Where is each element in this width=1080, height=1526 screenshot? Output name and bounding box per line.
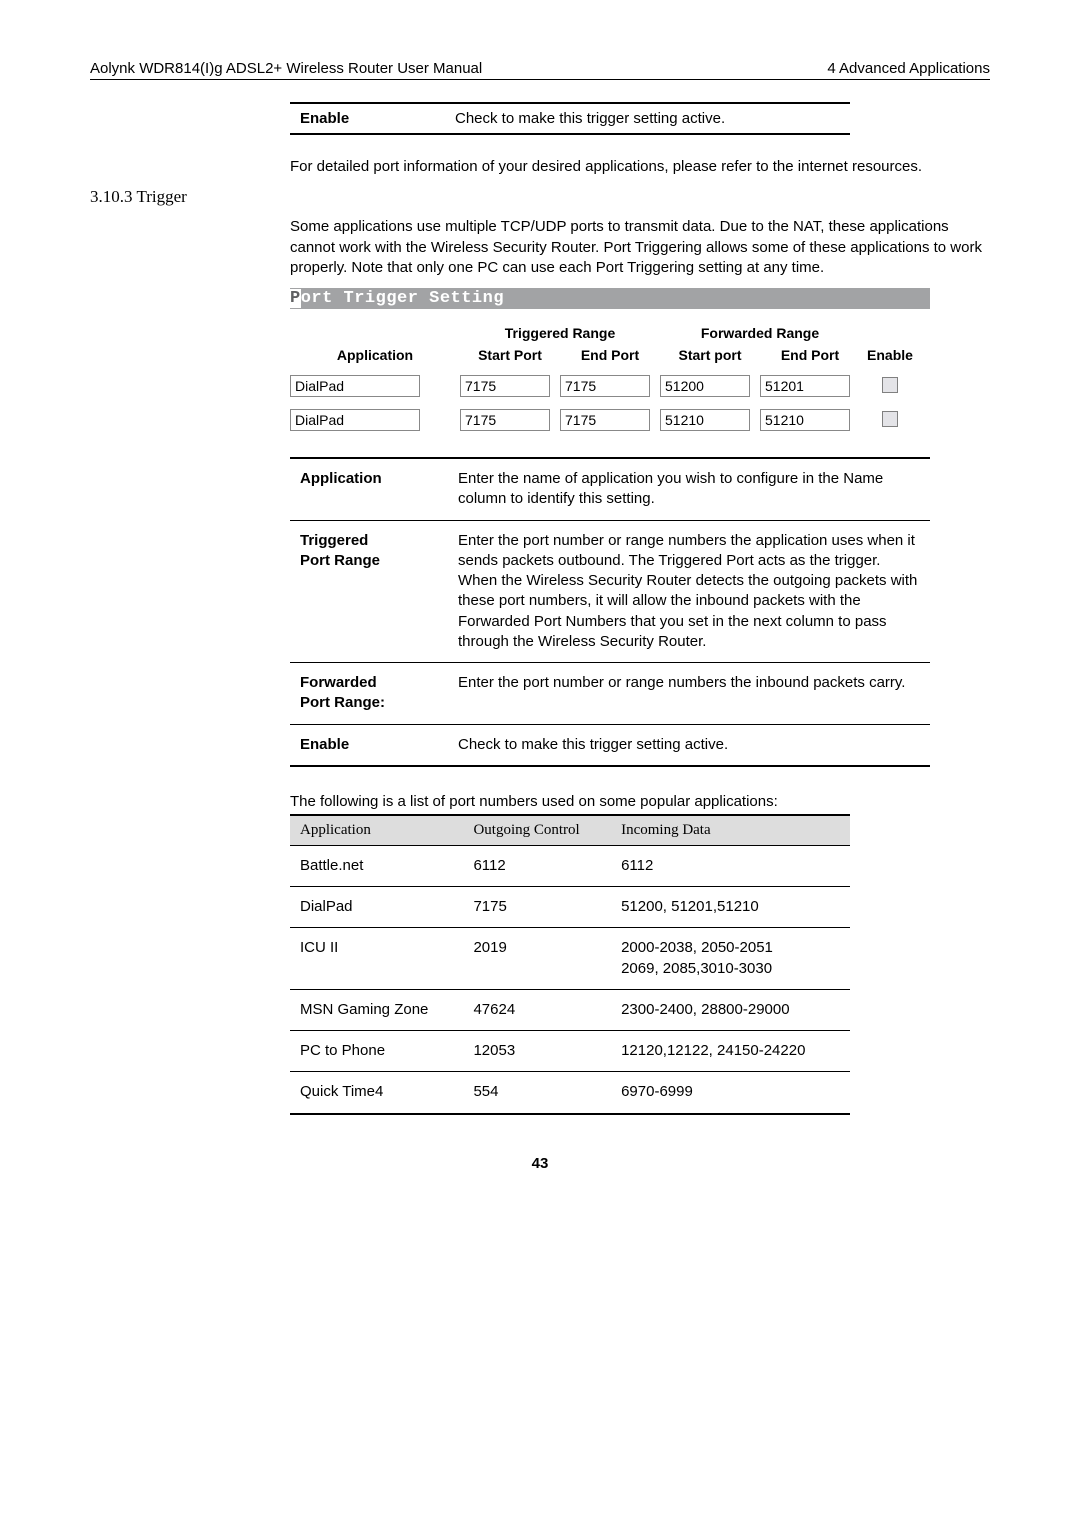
definition-label: Enable	[290, 724, 448, 766]
definition-label: TriggeredPort Range	[290, 520, 448, 663]
label-end-port-2: End Port	[760, 347, 860, 363]
apps-row: Quick Time45546970-6999	[290, 1072, 850, 1114]
page-number: 43	[90, 1155, 990, 1172]
applications-table: Application Outgoing Control Incoming Da…	[290, 814, 850, 1115]
apps-cell-application: Battle.net	[290, 845, 463, 886]
apps-cell-outgoing: 554	[463, 1072, 611, 1114]
definition-row: ForwardedPort Range:Enter the port numbe…	[290, 663, 930, 725]
definition-text: Enter the port number or range numbers t…	[448, 663, 930, 725]
triggered-end-input[interactable]	[560, 375, 650, 397]
enable-checkbox[interactable]	[882, 411, 898, 427]
apps-header-row: Application Outgoing Control Incoming Da…	[290, 815, 850, 846]
triggered-start-input[interactable]	[460, 375, 550, 397]
apps-row: MSN Gaming Zone476242300-2400, 28800-290…	[290, 989, 850, 1030]
apps-cell-application: Quick Time4	[290, 1072, 463, 1114]
def-label: Enable	[290, 110, 455, 127]
apps-cell-application: DialPad	[290, 887, 463, 928]
col-enable: Enable	[860, 331, 920, 363]
application-input[interactable]	[290, 409, 420, 431]
apps-cell-incoming: 51200, 51201,51210	[611, 887, 850, 928]
label-triggered: Triggered Range	[460, 325, 660, 341]
triggered-start-input[interactable]	[460, 409, 550, 431]
pt-row	[290, 409, 930, 431]
enable-checkbox[interactable]	[882, 377, 898, 393]
header-left: Aolynk WDR814(I)g ADSL2+ Wireless Router…	[90, 60, 482, 77]
apps-col-application: Application	[290, 815, 463, 846]
apps-cell-application: MSN Gaming Zone	[290, 989, 463, 1030]
apps-row: PC to Phone1205312120,12122, 24150-24220	[290, 1031, 850, 1072]
definition-text: Check to make this trigger setting activ…	[448, 724, 930, 766]
definition-row: TriggeredPort RangeEnter the port number…	[290, 520, 930, 663]
apps-cell-outgoing: 2019	[463, 928, 611, 990]
apps-col-incoming: Incoming Data	[611, 815, 850, 846]
apps-cell-incoming: 2000-2038, 2050-2051 2069, 2085,3010-303…	[611, 928, 850, 990]
port-trigger-table: Application Triggered Range Start Port E…	[290, 325, 930, 431]
apps-caption: The following is a list of port numbers …	[290, 793, 990, 810]
label-start-port-1: Start Port	[460, 347, 560, 363]
forwarded-start-input[interactable]	[660, 409, 750, 431]
triggered-end-input[interactable]	[560, 409, 650, 431]
application-input[interactable]	[290, 375, 420, 397]
pt-row	[290, 375, 930, 397]
label-start-port-2: Start port	[660, 347, 760, 363]
apps-cell-incoming: 6112	[611, 845, 850, 886]
definition-text: Enter the name of application you wish t…	[448, 458, 930, 520]
forwarded-end-input[interactable]	[760, 409, 850, 431]
definition-label: ForwardedPort Range:	[290, 663, 448, 725]
apps-cell-incoming: 2300-2400, 28800-29000	[611, 989, 850, 1030]
page-header: Aolynk WDR814(I)g ADSL2+ Wireless Router…	[90, 60, 990, 80]
definition-row: EnableCheck to make this trigger setting…	[290, 724, 930, 766]
forwarded-end-input[interactable]	[760, 375, 850, 397]
apps-cell-outgoing: 12053	[463, 1031, 611, 1072]
definitions-table: ApplicationEnter the name of application…	[290, 457, 930, 767]
definition-row: ApplicationEnter the name of application…	[290, 458, 930, 520]
apps-cell-incoming: 6970-6999	[611, 1072, 850, 1114]
label-forwarded: Forwarded Range	[660, 325, 860, 341]
apps-row: ICU II20192000-2038, 2050-2051 2069, 208…	[290, 928, 850, 990]
definition-enable-top: Enable Check to make this trigger settin…	[290, 102, 850, 135]
header-right: 4 Advanced Applications	[827, 60, 990, 77]
apps-cell-incoming: 12120,12122, 24150-24220	[611, 1031, 850, 1072]
definition-label: Application	[290, 458, 448, 520]
col-application: Application	[290, 331, 460, 363]
apps-cell-application: PC to Phone	[290, 1031, 463, 1072]
forwarded-start-input[interactable]	[660, 375, 750, 397]
col-triggered-range: Triggered Range Start Port End Port	[460, 325, 660, 363]
section-heading: 3.10.3 Trigger	[90, 187, 990, 207]
apps-cell-application: ICU II	[290, 928, 463, 990]
paragraph-trigger-intro: Some applications use multiple TCP/UDP p…	[290, 217, 990, 278]
port-trigger-setting-bar: Port Trigger Setting	[290, 288, 930, 309]
apps-row: Battle.net61126112	[290, 845, 850, 886]
col-forwarded-range: Forwarded Range Start port End Port	[660, 325, 860, 363]
label-end-port-1: End Port	[560, 347, 660, 363]
apps-col-outgoing: Outgoing Control	[463, 815, 611, 846]
pt-header-row: Application Triggered Range Start Port E…	[290, 325, 930, 363]
apps-cell-outgoing: 7175	[463, 887, 611, 928]
bar-rest: ort Trigger Setting	[301, 289, 504, 308]
apps-cell-outgoing: 47624	[463, 989, 611, 1030]
paragraph-resources: For detailed port information of your de…	[290, 157, 990, 177]
bar-first-letter: P	[290, 289, 301, 308]
apps-row: DialPad717551200, 51201,51210	[290, 887, 850, 928]
apps-cell-outgoing: 6112	[463, 845, 611, 886]
definition-text: Enter the port number or range numbers t…	[448, 520, 930, 663]
def-text: Check to make this trigger setting activ…	[455, 110, 850, 127]
